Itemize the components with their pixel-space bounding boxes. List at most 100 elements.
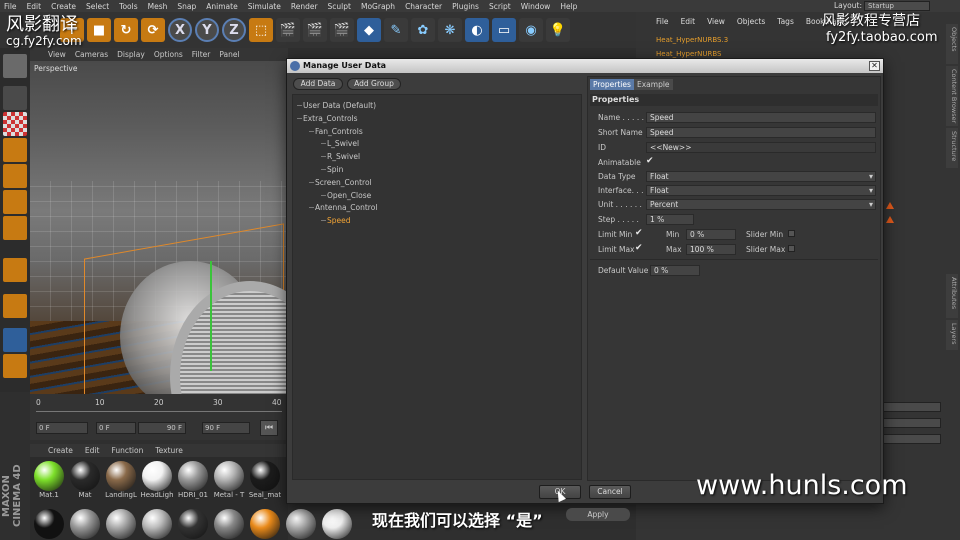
om-menu-tags[interactable]: Tags	[777, 17, 794, 29]
material-menu-create[interactable]: Create	[48, 446, 73, 455]
recent-tool-icon[interactable]: ⟳	[141, 18, 165, 42]
menu-item-mograph[interactable]: MoGraph	[361, 2, 395, 11]
viewport-menu-panel[interactable]: Panel	[219, 50, 239, 59]
end-frame-field-b[interactable]: 90 F	[202, 422, 250, 434]
menu-item-plugins[interactable]: Plugins	[452, 2, 479, 11]
menu-item-select[interactable]: Select	[86, 2, 109, 11]
om-menu-objects[interactable]: Objects	[737, 17, 765, 29]
attribute-field[interactable]	[881, 402, 941, 412]
side-tab-layers[interactable]: Layers	[946, 320, 958, 350]
menu-item-simulate[interactable]: Simulate	[248, 2, 281, 11]
array-icon[interactable]: ❋	[438, 18, 462, 42]
data-type-dropdown[interactable]: Float	[646, 171, 876, 182]
tree-item[interactable]: User Data (Default)	[303, 101, 376, 110]
y-axis-toggle[interactable]: Y	[195, 18, 219, 42]
animatable-checkbox[interactable]: ✔	[646, 156, 654, 166]
menu-item-help[interactable]: Help	[560, 2, 577, 11]
go-to-start-icon[interactable]: ⏮	[260, 420, 278, 436]
om-menu-view[interactable]: View	[707, 17, 725, 29]
tab-properties[interactable]: Properties	[590, 79, 634, 90]
side-tab-structure[interactable]: Structure	[946, 128, 958, 168]
nurbs-icon[interactable]: ✿	[411, 18, 435, 42]
menu-item-animate[interactable]: Animate	[206, 2, 237, 11]
slider-max-checkbox[interactable]	[788, 245, 795, 252]
tree-item[interactable]: L_Swivel	[327, 139, 359, 148]
end-frame-field-a[interactable]: 90 F	[138, 422, 186, 434]
render-settings-icon[interactable]: 🎬	[330, 18, 354, 42]
material-preview-ball[interactable]	[286, 509, 316, 539]
interface-dropdown[interactable]: Float	[646, 185, 876, 196]
material-menu-edit[interactable]: Edit	[85, 446, 100, 455]
apply-button[interactable]: Apply	[566, 508, 630, 521]
viewport-menu-cameras[interactable]: Cameras	[75, 50, 108, 59]
tree-item[interactable]: R_Swivel	[327, 152, 360, 161]
material-swatch[interactable]: Seal_mat	[248, 461, 282, 499]
material-preview-ball[interactable]	[70, 509, 100, 539]
scale-tool-icon[interactable]: ■	[87, 18, 111, 42]
menu-item-tools[interactable]: Tools	[119, 2, 137, 11]
material-swatch[interactable]: Mat.1	[32, 461, 66, 499]
material-swatch[interactable]: Mat	[68, 461, 102, 499]
attribute-field[interactable]	[881, 434, 941, 444]
limit-max-checkbox[interactable]: ✔	[635, 243, 643, 253]
side-tab-attributes[interactable]: Attributes	[946, 274, 958, 318]
name-field[interactable]: Speed	[646, 112, 876, 123]
slider-min-checkbox[interactable]	[788, 230, 795, 237]
unit-dropdown[interactable]: Percent	[646, 199, 876, 210]
material-menu-texture[interactable]: Texture	[155, 446, 182, 455]
tree-item[interactable]: Screen_Control	[315, 178, 372, 187]
timeline-ruler[interactable]: 0 10 20 30 40	[36, 398, 282, 412]
menu-item-mesh[interactable]: Mesh	[148, 2, 168, 11]
material-swatch[interactable]: HDRI_01	[176, 461, 210, 499]
coordinate-system-icon[interactable]: ⬚	[249, 18, 273, 42]
material-swatch[interactable]: LandingL	[104, 461, 138, 499]
rotate-tool-icon[interactable]: ↻	[114, 18, 138, 42]
polygons-mode-icon[interactable]	[3, 216, 27, 240]
material-preview-ball[interactable]	[250, 509, 280, 539]
tree-item[interactable]: Open_Close	[327, 191, 371, 200]
workplane-icon[interactable]	[3, 138, 27, 162]
object-row[interactable]: Heat_HyperNURBS.3	[656, 36, 728, 45]
menu-item-snap[interactable]: Snap	[177, 2, 196, 11]
material-swatch[interactable]: Metal - T	[212, 461, 246, 499]
locked-workplane-icon[interactable]	[3, 354, 27, 378]
camera-icon[interactable]: ◉	[519, 18, 543, 42]
add-group-button[interactable]: Add Group	[347, 78, 401, 90]
tab-example[interactable]: Example	[634, 79, 673, 90]
perspective-viewport[interactable]: Perspective	[30, 61, 288, 394]
viewport-menu-view[interactable]: View	[48, 50, 66, 59]
material-preview-ball[interactable]	[106, 509, 136, 539]
render-view-icon[interactable]: 🎬	[276, 18, 300, 42]
tree-item-selected[interactable]: Speed	[327, 216, 351, 225]
cube-primitive-icon[interactable]: ◆	[357, 18, 381, 42]
deformer-icon[interactable]: ◐	[465, 18, 489, 42]
material-preview-ball[interactable]	[322, 509, 352, 539]
close-icon[interactable]: ✕	[869, 61, 880, 71]
light-icon[interactable]: 💡	[546, 18, 570, 42]
menu-item-window[interactable]: Window	[521, 2, 551, 11]
material-preview-ball[interactable]	[142, 509, 172, 539]
side-tab-content-browser[interactable]: Content Browser	[946, 66, 958, 126]
material-menu-function[interactable]: Function	[111, 446, 143, 455]
add-data-button[interactable]: Add Data	[293, 78, 343, 90]
menu-item-sculpt[interactable]: Sculpt	[328, 2, 351, 11]
y-axis-handle[interactable]	[210, 261, 212, 371]
spline-pen-icon[interactable]: ✎	[384, 18, 408, 42]
edges-mode-icon[interactable]	[3, 190, 27, 214]
points-mode-icon[interactable]	[3, 164, 27, 188]
texture-mode-icon[interactable]	[3, 112, 27, 136]
tree-item[interactable]: Fan_Controls	[315, 127, 363, 136]
om-menu-file[interactable]: File	[656, 17, 669, 29]
material-swatch[interactable]: HeadLigh	[140, 461, 174, 499]
max-field[interactable]: 100 %	[686, 244, 736, 255]
material-preview-ball[interactable]	[178, 509, 208, 539]
tree-item[interactable]: Extra_Controls	[303, 114, 358, 123]
z-axis-toggle[interactable]: Z	[222, 18, 246, 42]
tree-item[interactable]: Antenna_Control	[315, 203, 377, 212]
start-frame-field[interactable]: 0 F	[36, 422, 88, 434]
viewport-menu-display[interactable]: Display	[117, 50, 145, 59]
workplane-grid-icon[interactable]	[3, 328, 27, 352]
menu-item-character[interactable]: Character	[405, 2, 442, 11]
short-name-field[interactable]: Speed	[646, 127, 876, 138]
step-field[interactable]: 1 %	[646, 214, 694, 225]
